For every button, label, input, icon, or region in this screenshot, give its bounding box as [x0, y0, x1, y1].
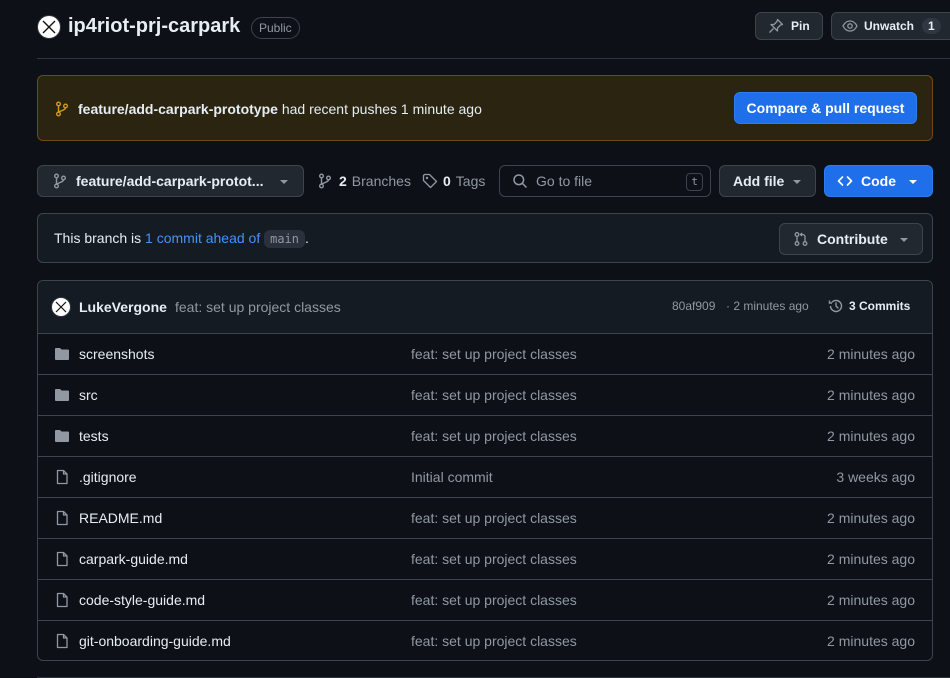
- file-name-link[interactable]: code-style-guide.md: [79, 592, 205, 608]
- file-commit-time: 2 minutes ago: [827, 551, 915, 567]
- base-branch-chip: main: [264, 230, 306, 248]
- visibility-badge: Public: [251, 17, 300, 39]
- file-icon: [54, 592, 70, 608]
- eye-icon: [842, 18, 858, 34]
- watch-button[interactable]: Unwatch 1: [831, 12, 950, 40]
- add-file-label: Add file: [733, 173, 785, 189]
- chevron-down-icon: [792, 178, 802, 186]
- search-icon: [512, 173, 528, 189]
- contribute-label: Contribute: [817, 231, 888, 247]
- file-icon: [54, 633, 70, 649]
- git-branch-icon: [54, 101, 70, 117]
- repo-owner-avatar[interactable]: [37, 15, 61, 39]
- file-row[interactable]: tests feat: set up project classes 2 minut…: [38, 416, 932, 457]
- file-commit-message[interactable]: feat: set up project classes: [411, 346, 577, 362]
- chevron-down-icon: [899, 236, 909, 244]
- branches-link[interactable]: 2 Branches: [317, 173, 411, 189]
- pin-icon: [768, 18, 784, 34]
- file-commit-time: 2 minutes ago: [827, 346, 915, 362]
- pin-label: Pin: [791, 19, 810, 33]
- pin-button[interactable]: Pin: [755, 12, 823, 40]
- file-row[interactable]: README.md feat: set up project classes 2 m…: [38, 498, 932, 539]
- file-name-link[interactable]: src: [79, 387, 98, 403]
- file-commit-time: 2 minutes ago: [827, 592, 915, 608]
- commits-ahead-link[interactable]: 1 commit ahead of: [145, 230, 260, 246]
- file-icon: [54, 551, 70, 567]
- banner-branch-name[interactable]: feature/add-carpark-prototype: [78, 101, 278, 117]
- banner-message: had recent pushes 1 minute ago: [281, 101, 482, 117]
- commit-hash[interactable]: 80af909: [672, 299, 715, 313]
- file-commit-message[interactable]: feat: set up project classes: [411, 551, 577, 567]
- author-avatar[interactable]: [51, 297, 71, 317]
- tags-label: Tags: [455, 173, 486, 189]
- file-row[interactable]: git-onboarding-guide.md feat: set up proj…: [38, 621, 932, 660]
- branch-select[interactable]: feature/add-carpark-protot...: [37, 165, 304, 197]
- tags-count: 0: [443, 173, 451, 189]
- file-row[interactable]: code-style-guide.md feat: set up project …: [38, 580, 932, 621]
- file-commit-time: 2 minutes ago: [827, 428, 915, 444]
- file-commit-message[interactable]: feat: set up project classes: [411, 387, 577, 403]
- file-name-link[interactable]: tests: [79, 428, 109, 444]
- history-icon: [828, 298, 844, 314]
- ahead-suffix: .: [305, 230, 309, 246]
- commits-history-link[interactable]: 3 Commits: [828, 298, 910, 314]
- file-name-link[interactable]: .gitignore: [79, 469, 137, 485]
- file-commit-time: 2 minutes ago: [827, 510, 915, 526]
- file-commit-time: 3 weeks ago: [836, 469, 915, 485]
- file-commit-message[interactable]: feat: set up project classes: [411, 592, 577, 608]
- code-icon: [837, 173, 853, 189]
- commit-author[interactable]: LukeVergone: [79, 299, 167, 315]
- commit-message[interactable]: feat: set up project classes: [175, 299, 341, 315]
- file-commit-time: 2 minutes ago: [827, 387, 915, 403]
- branch-ahead-box: This branch is 1 commit ahead of main. C…: [37, 213, 933, 263]
- file-name-link[interactable]: README.md: [79, 510, 162, 526]
- branches-count: 2: [339, 173, 347, 189]
- ahead-prefix: This branch is: [54, 230, 142, 246]
- file-row[interactable]: carpark-guide.md feat: set up project cla…: [38, 539, 932, 580]
- watch-label: Unwatch: [864, 19, 915, 33]
- search-placeholder: Go to file: [536, 173, 593, 189]
- git-branch-icon: [52, 173, 68, 189]
- code-button[interactable]: Code: [824, 165, 933, 197]
- file-commit-message[interactable]: feat: set up project classes: [411, 633, 577, 649]
- chevron-down-icon: [908, 178, 918, 186]
- watch-count: 1: [922, 18, 941, 34]
- git-branch-icon: [317, 173, 333, 189]
- search-shortcut-key: t: [686, 173, 703, 191]
- file-icon: [54, 510, 70, 526]
- file-name-link[interactable]: screenshots: [79, 346, 154, 362]
- repo-name[interactable]: ip4riot-prj-carpark: [68, 15, 240, 38]
- recent-push-banner: feature/add-carpark-prototype had recent…: [37, 75, 933, 141]
- header-divider: [37, 58, 950, 59]
- folder-icon: [54, 346, 70, 362]
- latest-commit-header: LukeVergone feat: set up project classes…: [38, 281, 932, 334]
- branch-select-label: feature/add-carpark-protot...: [76, 173, 264, 189]
- file-commit-message[interactable]: Initial commit: [411, 469, 493, 485]
- file-name-link[interactable]: git-onboarding-guide.md: [79, 633, 231, 649]
- tags-link[interactable]: 0 Tags: [422, 173, 485, 189]
- tag-icon: [422, 173, 438, 189]
- file-row[interactable]: src feat: set up project classes 2 minutes…: [38, 375, 932, 416]
- folder-icon: [54, 428, 70, 444]
- file-name-link[interactable]: carpark-guide.md: [79, 551, 188, 567]
- code-label: Code: [861, 173, 896, 189]
- file-table: LukeVergone feat: set up project classes…: [37, 280, 933, 661]
- branches-label: Branches: [351, 173, 411, 189]
- file-commit-time: 2 minutes ago: [827, 633, 915, 649]
- file-icon: [54, 469, 70, 485]
- folder-icon: [54, 387, 70, 403]
- pull-request-icon: [793, 231, 809, 247]
- commit-time: · 2 minutes ago: [726, 299, 809, 313]
- file-row[interactable]: .gitignore Initial commit 3 weeks ago: [38, 457, 932, 498]
- contribute-button[interactable]: Contribute: [779, 223, 923, 255]
- compare-pull-request-button[interactable]: Compare & pull request: [734, 92, 917, 124]
- commits-count-label: 3 Commits: [849, 299, 911, 313]
- add-file-button[interactable]: Add file: [719, 165, 816, 197]
- go-to-file-input[interactable]: Go to file t: [499, 165, 711, 197]
- chevron-down-icon: [279, 178, 289, 186]
- file-commit-message[interactable]: feat: set up project classes: [411, 428, 577, 444]
- file-commit-message[interactable]: feat: set up project classes: [411, 510, 577, 526]
- file-row[interactable]: screenshots feat: set up project classes 2…: [38, 334, 932, 375]
